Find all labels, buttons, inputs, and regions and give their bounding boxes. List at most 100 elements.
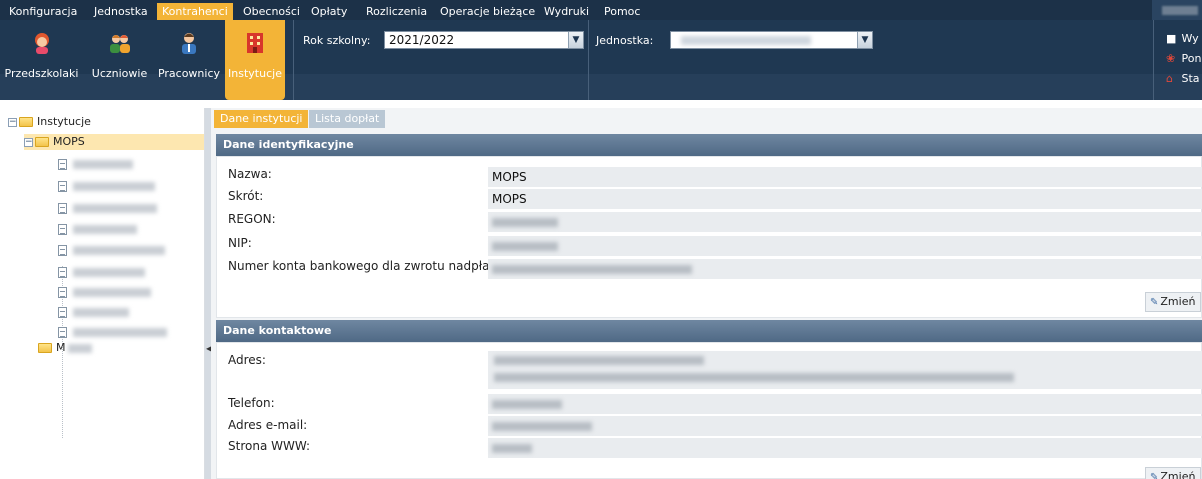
menu-item-pomoc[interactable]: Pomoc	[599, 3, 645, 20]
redacted-text	[73, 327, 167, 337]
menu-item-oplaty[interactable]: Opłaty	[306, 3, 352, 20]
toolbar-divider	[588, 20, 589, 100]
tree-leaf[interactable]	[58, 200, 157, 216]
document-icon	[58, 180, 67, 192]
home-icon: ⌂	[1166, 72, 1173, 85]
unit-label: Jednostka:	[596, 34, 654, 47]
przedszkolaki-button[interactable]: Przedszkolaki	[0, 20, 83, 100]
short-name-label: Skrót:	[228, 189, 264, 203]
chevron-down-icon[interactable]: ▼	[857, 32, 872, 48]
email-label: Adres e-mail:	[228, 418, 308, 432]
tree-node-mops[interactable]: − MOPS	[24, 134, 204, 150]
pencil-icon: ✎	[1150, 297, 1159, 308]
change-contact-label: Zmień	[1160, 470, 1196, 479]
redacted-text	[73, 224, 137, 234]
tree-leaf[interactable]	[58, 178, 155, 194]
document-icon	[58, 244, 67, 256]
folder-icon	[38, 343, 52, 353]
redacted-text	[73, 181, 155, 191]
tree-root-label: Instytucje	[37, 115, 91, 128]
unit-select[interactable]: ▼	[670, 31, 873, 49]
regon-value	[488, 212, 1202, 232]
help-link[interactable]: ❀ Pon	[1166, 52, 1201, 65]
www-value	[488, 438, 1202, 458]
tree-leaf[interactable]	[58, 264, 145, 280]
identification-section: Nazwa: MOPS Skrót: MOPS REGON: NIP: Nume…	[216, 156, 1202, 318]
nip-value	[488, 236, 1202, 256]
menu-item-operacje-biezace[interactable]: Operacje bieżące	[435, 3, 540, 20]
document-icon	[58, 326, 67, 338]
menu-item-konfiguracja[interactable]: Konfiguracja	[4, 3, 82, 20]
students-icon	[109, 35, 130, 53]
przedszkolaki-label: Przedszkolaki	[4, 67, 79, 80]
employee-icon	[182, 33, 196, 54]
institution-tree: − Instytucje − MOPS M	[0, 108, 205, 479]
instytucje-button[interactable]: Instytucje	[225, 20, 285, 100]
redacted-text	[492, 218, 558, 227]
document-icon	[58, 306, 67, 318]
uczniowie-button[interactable]: Uczniowie	[83, 20, 156, 100]
document-icon	[58, 223, 67, 235]
tree-leaf[interactable]	[58, 156, 133, 172]
menu-item-kontrahenci[interactable]: Kontrahenci	[157, 3, 233, 20]
toolbar-divider	[1153, 20, 1154, 100]
start-link[interactable]: ⌂ Sta	[1166, 72, 1200, 85]
logout-link[interactable]: ■ Wy	[1166, 32, 1199, 45]
lock-icon: ■	[1166, 32, 1177, 45]
instytucje-label: Instytucje	[228, 67, 282, 80]
tree-leaf[interactable]	[58, 304, 129, 320]
document-icon	[58, 266, 67, 278]
pracownicy-button[interactable]: Pracownicy	[156, 20, 222, 100]
document-icon	[58, 202, 67, 214]
user-info-area	[1152, 0, 1202, 20]
tree-node-root[interactable]: − Instytucje	[8, 114, 91, 130]
main-panel: Dane instytucji Lista dopłat Dane identy…	[211, 108, 1202, 479]
address-value	[488, 351, 1202, 389]
redacted-text	[73, 287, 151, 297]
pencil-icon: ✎	[1150, 472, 1159, 479]
redacted-text	[73, 245, 165, 255]
tree-node-second[interactable]: M	[38, 340, 92, 356]
document-icon	[58, 158, 67, 170]
unit-value-redacted	[681, 36, 811, 45]
chevron-down-icon[interactable]: ▼	[568, 32, 583, 48]
tab-dane-instytucji[interactable]: Dane instytucji	[214, 110, 309, 128]
change-contact-button[interactable]: ✎ Zmień	[1145, 467, 1201, 479]
menu-item-jednostka[interactable]: Jednostka	[89, 3, 153, 20]
www-label: Strona WWW:	[228, 439, 311, 453]
help-label: Pon	[1181, 52, 1202, 65]
phone-value	[488, 394, 1202, 414]
change-identification-button[interactable]: ✎ Zmień	[1145, 292, 1201, 312]
tree-second-label: M	[56, 341, 66, 354]
tab-lista-doplat[interactable]: Lista dopłat	[309, 110, 386, 128]
school-year-select[interactable]: 2021/2022 ▼	[384, 31, 584, 49]
collapse-icon[interactable]: −	[8, 117, 17, 127]
redacted-text	[492, 400, 562, 409]
redacted-text	[73, 203, 157, 213]
document-icon	[58, 286, 67, 298]
tree-leaf[interactable]	[58, 284, 151, 300]
short-name-value: MOPS	[488, 189, 1202, 209]
tree-leaf[interactable]	[58, 242, 165, 258]
redacted-text	[73, 159, 133, 169]
redacted-text	[494, 373, 1014, 382]
identification-section-header: Dane identyfikacyjne	[216, 134, 1202, 156]
tree-selected-label: MOPS	[53, 135, 85, 148]
address-label: Adres:	[228, 353, 266, 367]
menu-item-wydruki[interactable]: Wydruki	[539, 3, 594, 20]
start-label: Sta	[1181, 72, 1200, 85]
lifebuoy-icon: ❀	[1166, 52, 1176, 65]
name-label: Nazwa:	[228, 167, 272, 181]
tree-leaf[interactable]	[58, 324, 167, 340]
redacted-text	[492, 242, 558, 251]
menu-item-rozliczenia[interactable]: Rozliczenia	[361, 3, 432, 20]
tree-leaf[interactable]	[58, 221, 137, 237]
collapse-icon[interactable]: −	[24, 137, 33, 147]
redacted-text	[67, 343, 92, 353]
building-icon	[247, 33, 263, 53]
uczniowie-label: Uczniowie	[91, 67, 148, 80]
redacted-text	[73, 307, 129, 317]
menu-item-obecnosci[interactable]: Obecności	[238, 3, 305, 20]
redacted-text	[492, 422, 592, 431]
bank-account-value	[488, 259, 1202, 279]
